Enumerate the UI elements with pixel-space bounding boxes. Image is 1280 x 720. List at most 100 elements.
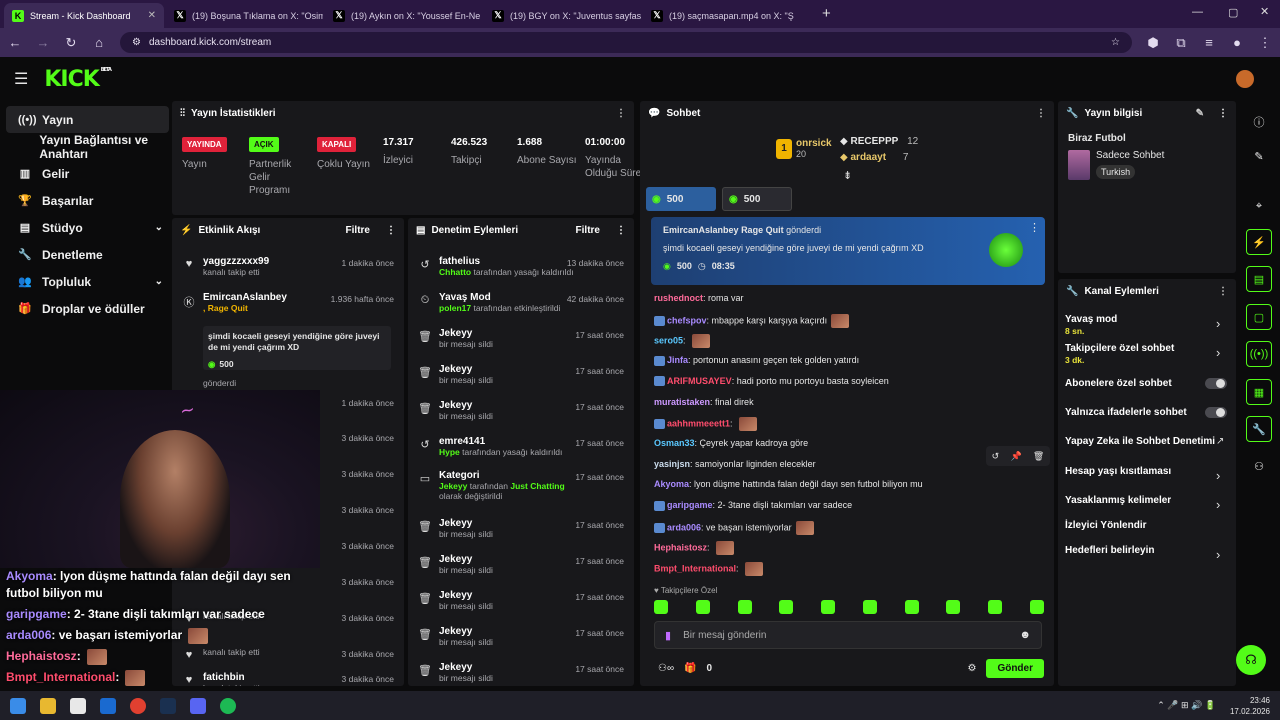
chevron-right-icon[interactable]: › [1216,468,1220,483]
layout-icon[interactable]: ▦ [1246,379,1272,405]
chevron-right-icon[interactable]: › [1216,345,1220,360]
store-icon[interactable] [70,697,86,714]
moderation-row[interactable]: 🗑 Jekeyy bir mesajı sildi 17 saat önce [408,400,634,436]
media-icon[interactable]: ≡ [1202,35,1216,50]
chat-username[interactable]: yasinjsn [654,459,690,469]
browser-tab[interactable]: 𝕏(19) BGY on X: "Juventus sayfas✕ [484,3,641,28]
channel-action-item[interactable]: Hedefleri belirleyin [1065,545,1154,556]
more-options-icon[interactable]: ⋮ [1218,108,1228,119]
new-tab-button[interactable]: + [822,5,831,22]
chat-username[interactable]: aahhmmeeett1 [667,419,730,429]
toggle-switch[interactable] [1205,378,1227,389]
emote-icon[interactable] [904,600,919,614]
moderation-row[interactable]: 🗑 Jekeyy bir mesajı sildi 17 saat önce [408,590,634,626]
chat-input[interactable]: ▮ Bir mesaj gönderin ☻ [654,621,1042,649]
kick-pin-2[interactable]: ◉ 500 [722,187,792,211]
sidebar-item[interactable]: ((•)) Yayın [6,106,169,133]
emote-icon[interactable] [654,600,668,614]
chat-message[interactable]: Akyoma: lyon düşme hattında falan değil … [654,479,923,489]
collapse-icon[interactable]: ⇟ [843,169,852,182]
chat-username[interactable]: Akyoma [654,479,689,489]
top-gifter-2[interactable]: ◆ RECEPPP 12 [840,136,918,147]
forward-icon[interactable]: → [36,35,50,50]
bookmark-star-icon[interactable]: ☆ [1111,37,1120,48]
kick-logo[interactable]: KICK BETA [44,67,112,92]
chat-message[interactable]: garipgame: 2- 3tane dişli takımları var … [654,500,852,511]
channel-action-item[interactable]: Hesap yaşı kısıtlaması [1065,466,1171,477]
chat-username[interactable]: sero05 [654,336,683,346]
chat-message[interactable]: sero05: [654,334,711,349]
channel-action-item[interactable]: İzleyici Yönlendir [1065,520,1147,531]
channel-action-item[interactable]: Yalnızca ifadelerle sohbet [1065,407,1187,418]
list-icon[interactable]: ▤ [1246,266,1272,292]
browser-tab[interactable]: 𝕏(19) Aykın on X: "Youssef En-Ne✕ [325,3,482,28]
pinned-kick-message[interactable]: EmircanAslanbey Rage Quit gönderdi şimdi… [651,217,1045,285]
windows-start-icon[interactable] [10,697,26,714]
chat-username[interactable]: ARIFMUSAYEV [667,376,732,386]
more-options-icon[interactable]: ⋮ [616,108,626,119]
chat-icon[interactable]: ▢ [1246,304,1272,330]
chat-message[interactable]: muratistaken: final direk [654,397,754,407]
top-gifter-1[interactable]: 1 onrsick 20 [776,138,832,159]
more-options-icon[interactable]: ⋮ [1218,286,1228,297]
extension-icon[interactable]: ⬢ [1146,35,1160,51]
emoji-icon[interactable]: ☻ [1019,629,1031,641]
moderation-row[interactable]: 🗑 Jekeyy bir mesajı sildi 17 saat önce [408,554,634,590]
minimize-button[interactable]: — [1192,6,1203,18]
bolt-icon[interactable]: ⚡ [1246,229,1272,255]
gift-icon[interactable]: 🎁 [684,663,696,674]
browser-tab[interactable]: K Stream - Kick Dashboard ✕ [4,3,164,28]
info-icon[interactable]: ⓘ [1246,109,1272,135]
discord-icon[interactable] [190,697,206,714]
chat-username[interactable]: Bmpt_International [654,563,736,573]
activity-row[interactable]: Ⓚ EmircanAslanbey, Rage Quit 1.936 hafta ö… [172,292,404,388]
browser-menu-icon[interactable]: ⋮ [1258,35,1272,51]
back-icon[interactable]: ← [8,35,22,50]
chat-username[interactable]: chefspov [667,315,707,325]
channel-action-item[interactable]: Yasaklanmış kelimeler [1065,495,1171,506]
sidebar-item[interactable]: 🎁 Droplar ve ödüller [6,295,169,322]
moderation-row[interactable]: 🗑 Jekeyy bir mesajı sildi 17 saat önce [408,518,634,554]
user-avatar[interactable] [1236,70,1254,88]
sidebar-item[interactable]: 🔧 Denetleme [6,241,169,268]
mic-icon[interactable]: ▮ [665,629,671,642]
chevron-right-icon[interactable]: › [1216,547,1220,562]
activity-row[interactable]: ♥ yaggzzzxxx99 kanalı takip etti 1 dakika ö… [172,256,404,290]
activity-username[interactable]: EmircanAslanbey [203,292,324,303]
emote-icon[interactable] [862,600,877,614]
chat-username[interactable]: Hephaistosz [654,543,707,553]
moderation-row[interactable]: 🗑 Jekeyy bir mesajı sildi 17 saat önce [408,328,634,364]
moderation-row[interactable]: 🗑 Jekeyy bir mesajı sildi 17 saat önce [408,626,634,662]
outlook-icon[interactable] [100,697,116,714]
sidebar-item[interactable]: ▥ Gelir [6,160,169,187]
chat-message[interactable]: arda006: ve başarı istemiyorlar [654,520,814,535]
channel-action-item[interactable]: Abonelere özel sohbet [1065,378,1172,389]
steam-icon[interactable] [160,697,176,714]
more-options-icon[interactable]: ⋮ [616,225,626,236]
chat-message[interactable]: Hephaistosz: [654,541,735,556]
chat-message[interactable]: yasinjsn: samoiyonlar liginden elecekler [654,459,816,469]
emote-icon[interactable] [737,600,752,614]
activity-username[interactable]: yaggzzzxxx99 [203,256,324,267]
chrome-icon[interactable] [130,697,146,714]
chat-message[interactable]: Jinfa: portonun anasını geçen tek golden… [654,355,859,366]
channel-action-item[interactable]: Yavaş mod 8 sn. [1065,314,1117,336]
chat-message[interactable]: Bmpt_International: [654,562,764,577]
puzzle-icon[interactable]: ⧉ [1174,35,1188,51]
chat-message[interactable]: ARIFMUSAYEV: hadi porto mu portoyu basta… [654,376,889,387]
pen-icon[interactable]: ✎ [1246,143,1272,169]
emote-icon[interactable] [779,600,794,614]
reload-icon[interactable]: ↻ [64,35,78,51]
moderation-row[interactable]: ↺ emre4141 Hype tarafından yasağı kaldırıl… [408,436,634,472]
clock[interactable]: 23:46 17.02.2026 [1230,695,1270,717]
spotify-icon[interactable] [220,697,236,714]
browser-tab[interactable]: 𝕏(19) saçmasapan.mp4 on X: "Ş✕ [643,3,800,28]
file-explorer-icon[interactable] [40,697,56,714]
more-options-icon[interactable]: ⋮ [386,225,396,236]
settings-icon[interactable]: ⚙ [967,663,976,674]
broadcast-icon[interactable]: ((•)) [1246,341,1272,367]
browser-tab[interactable]: 𝕏(19) Boşuna Tıklama on X: "Osim✕ [166,3,323,28]
channel-action-item[interactable]: Yapay Zeka ile Sohbet Denetimi [1065,436,1215,447]
emote-icon[interactable] [946,600,961,614]
more-options-icon[interactable]: ⋮ [1029,221,1040,234]
